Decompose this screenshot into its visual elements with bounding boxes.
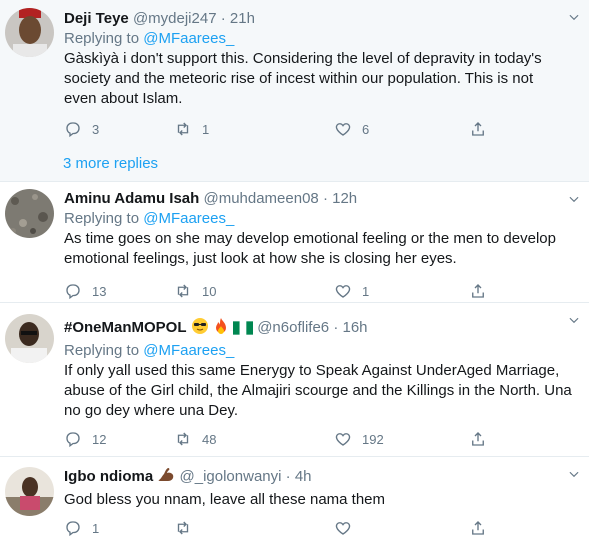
- like-icon: [335, 522, 351, 535]
- separator: ·: [220, 10, 226, 27]
- replying-to-label: Replying to: [64, 342, 140, 359]
- display-name[interactable]: Igbo ndioma: [64, 468, 153, 485]
- avatar[interactable]: [5, 189, 54, 238]
- mention-link[interactable]: @MFaarees_: [143, 342, 234, 359]
- display-name[interactable]: Aminu Adamu Isah: [64, 190, 199, 207]
- share-button[interactable]: [469, 119, 487, 139]
- share-button[interactable]: [469, 281, 487, 301]
- tweet-header: Deji Teye @mydeji247 · 21h: [64, 9, 575, 29]
- tweet-header: #OneManMOPOL @n6oflife6 · 16h: [64, 317, 575, 341]
- reply-button[interactable]: 1: [64, 518, 99, 538]
- retweet-icon: [177, 284, 189, 298]
- tweet-actions: 12 48 192: [64, 429, 484, 449]
- like-count: 192: [362, 431, 384, 447]
- reply-button[interactable]: 12: [64, 429, 106, 449]
- retweet-count: 1: [202, 121, 210, 137]
- tweet-text: As time goes on she may develop emotiona…: [64, 230, 556, 267]
- tweet-aminu-adamu-isah[interactable]: Aminu Adamu Isah @muhdameen08 · 12h Repl…: [0, 182, 589, 303]
- reply-count: 1: [92, 520, 100, 536]
- flexed-biceps-emoji: [157, 466, 175, 490]
- tweet-text: If only yall used this same Enerygy to S…: [64, 362, 572, 419]
- replying-to-label: Replying to: [64, 210, 140, 227]
- username[interactable]: @n6oflife6: [257, 319, 329, 336]
- share-icon: [472, 122, 484, 136]
- tweet-onemanmopol[interactable]: #OneManMOPOL @n6oflife6 · 16h Replying t…: [0, 303, 589, 457]
- like-button[interactable]: 6: [334, 119, 369, 139]
- timestamp[interactable]: 12h: [332, 190, 357, 207]
- avatar[interactable]: [5, 314, 54, 363]
- retweet-icon: [177, 432, 189, 446]
- reply-count: 3: [92, 121, 100, 137]
- like-count: 1: [362, 283, 370, 299]
- tweet-actions: 1: [64, 518, 484, 538]
- like-count: 6: [362, 121, 370, 137]
- like-button[interactable]: 192: [334, 429, 384, 449]
- like-button[interactable]: 1: [334, 281, 369, 301]
- caret-down-icon[interactable]: [567, 467, 581, 481]
- retweet-count: 48: [202, 431, 217, 447]
- replying-to: Replying to @MFaarees_: [64, 209, 575, 229]
- like-icon: [335, 123, 351, 136]
- replying-to-label: Replying to: [64, 30, 140, 47]
- more-replies-link[interactable]: 3 more replies: [63, 154, 158, 174]
- avatar[interactable]: [5, 8, 54, 57]
- fire-emoji: [213, 317, 229, 341]
- tweet-actions: 3 1 6: [64, 119, 484, 139]
- reply-icon: [66, 284, 80, 300]
- avatar[interactable]: [5, 467, 54, 516]
- timestamp[interactable]: 4h: [295, 468, 312, 485]
- retweet-button[interactable]: [174, 518, 202, 538]
- separator: ·: [285, 468, 291, 485]
- like-icon: [335, 285, 351, 298]
- retweet-button[interactable]: 10: [174, 281, 216, 301]
- retweet-button[interactable]: 1: [174, 119, 209, 139]
- retweet-icon: [177, 521, 189, 535]
- username[interactable]: @muhdameen08: [203, 190, 318, 207]
- tweet-igbo-ndioma[interactable]: Igbo ndioma @_igolonwanyi · 4h God bless…: [0, 457, 589, 538]
- replying-to: Replying to @MFaarees_: [64, 341, 575, 361]
- reply-count: 13: [92, 283, 107, 299]
- caret-down-icon[interactable]: [567, 10, 581, 24]
- tweet-header: Aminu Adamu Isah @muhdameen08 · 12h: [64, 189, 575, 209]
- reply-button[interactable]: 13: [64, 281, 106, 301]
- like-button[interactable]: [334, 518, 362, 538]
- tweet-actions: 13 10 1: [64, 281, 484, 301]
- retweet-button[interactable]: 48: [174, 429, 216, 449]
- reply-icon: [66, 521, 80, 537]
- nigeria-flag-emoji: [233, 321, 254, 341]
- username[interactable]: @mydeji247: [133, 10, 217, 27]
- separator: ·: [322, 190, 328, 207]
- like-icon: [335, 433, 351, 446]
- tweet-deji-teye[interactable]: Deji Teye @mydeji247 · 21h Replying to @…: [0, 0, 589, 148]
- retweet-count: 10: [202, 283, 217, 299]
- caret-down-icon[interactable]: [567, 313, 581, 327]
- tweet-text: God bless you nnam, leave all these nama…: [64, 491, 386, 508]
- share-icon: [472, 432, 484, 446]
- sunglasses-emoji: [191, 317, 209, 341]
- display-name[interactable]: Deji Teye: [64, 10, 129, 27]
- more-replies-row[interactable]: 3 more replies: [0, 148, 589, 182]
- replying-to: Replying to @MFaarees_: [64, 29, 575, 49]
- tweet-text: Gàskìyà i don't support this. Considerin…: [64, 50, 542, 107]
- caret-down-icon[interactable]: [567, 192, 581, 206]
- mention-link[interactable]: @MFaarees_: [143, 30, 234, 47]
- display-name[interactable]: #OneManMOPOL: [64, 319, 187, 336]
- share-icon: [472, 521, 484, 535]
- username[interactable]: @_igolonwanyi: [180, 468, 282, 485]
- timestamp[interactable]: 21h: [230, 10, 255, 27]
- separator: ·: [333, 319, 339, 336]
- timestamp[interactable]: 16h: [343, 319, 368, 336]
- share-button[interactable]: [469, 429, 487, 449]
- tweet-header: Igbo ndioma @_igolonwanyi · 4h: [64, 466, 575, 490]
- mention-link[interactable]: @MFaarees_: [143, 210, 234, 227]
- retweet-icon: [177, 122, 189, 136]
- share-button[interactable]: [469, 518, 487, 538]
- reply-button[interactable]: 3: [64, 119, 99, 139]
- reply-icon: [66, 122, 80, 138]
- share-icon: [472, 284, 484, 298]
- reply-icon: [66, 432, 80, 448]
- reply-count: 12: [92, 431, 107, 447]
